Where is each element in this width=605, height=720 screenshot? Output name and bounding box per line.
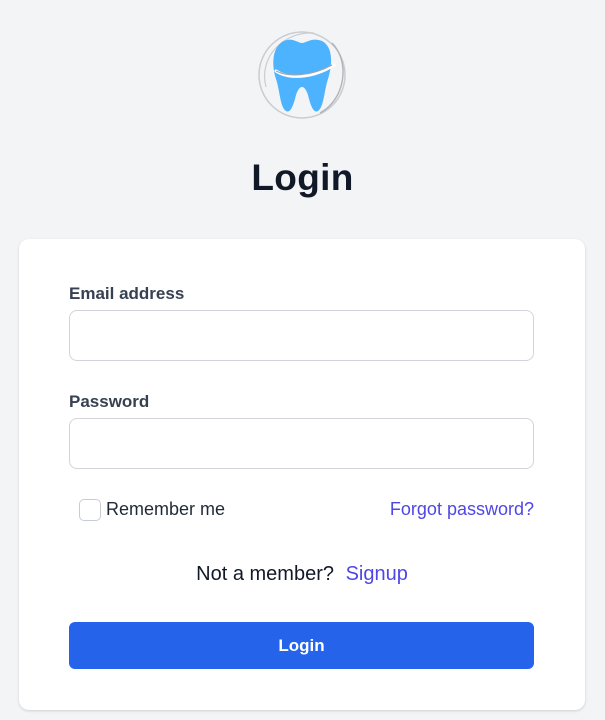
signup-prompt: Not a member? xyxy=(196,563,334,585)
remember-me-checkbox[interactable] xyxy=(79,499,101,521)
forgot-password-link[interactable]: Forgot password? xyxy=(390,498,534,520)
logo xyxy=(254,27,350,121)
email-field[interactable] xyxy=(69,310,534,361)
tooth-logo-icon xyxy=(258,31,346,119)
page-title: Login xyxy=(251,157,354,198)
password-field[interactable] xyxy=(69,418,534,469)
email-label: Email address xyxy=(69,284,185,303)
signup-row: Not a member? Signup xyxy=(19,561,585,587)
login-card: Email address Password Remember me Forgo… xyxy=(19,239,585,710)
password-label: Password xyxy=(69,392,150,411)
signup-link[interactable]: Signup xyxy=(346,563,408,585)
remember-me-label[interactable]: Remember me xyxy=(106,498,225,520)
login-button[interactable]: Login xyxy=(69,622,534,669)
